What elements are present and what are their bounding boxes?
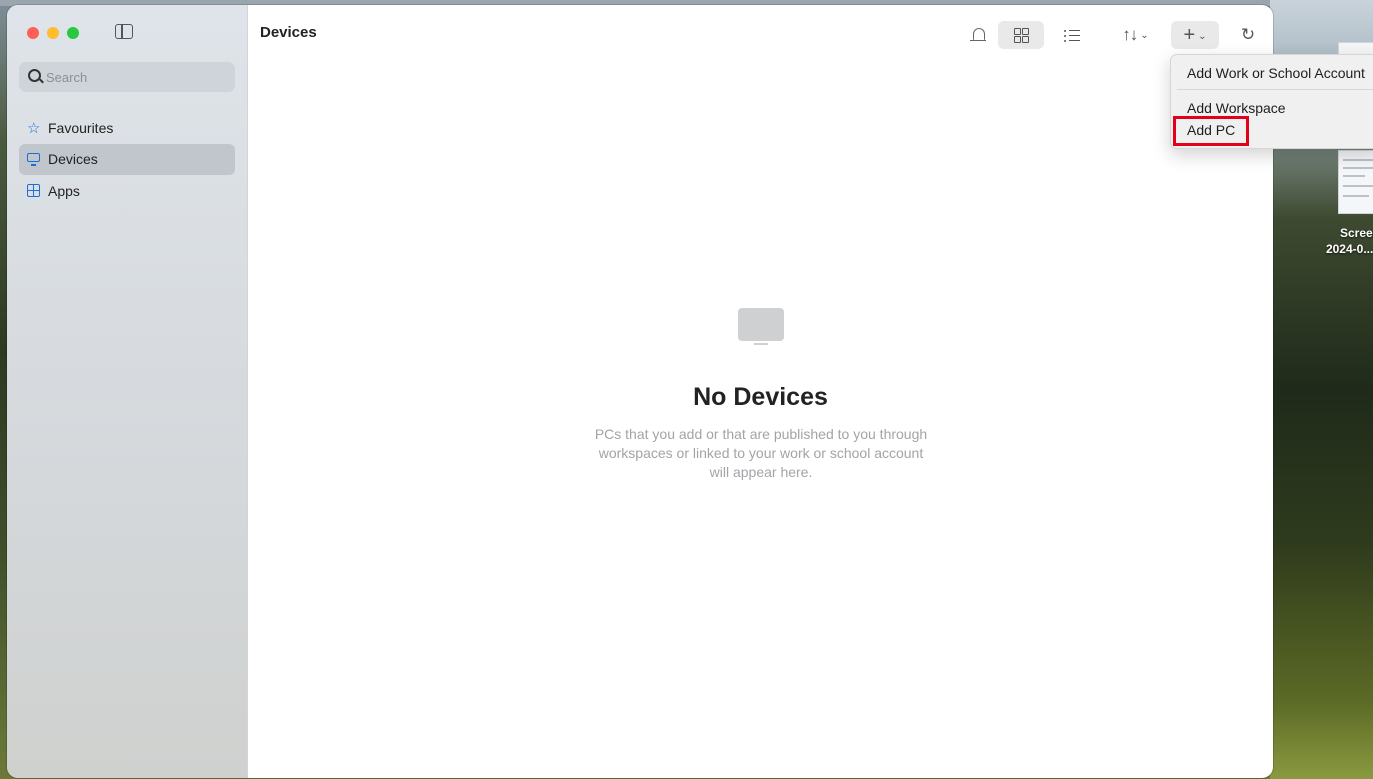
list-view-icon <box>1064 30 1080 42</box>
sidebar-item-label: Apps <box>48 183 80 199</box>
close-window-button[interactable] <box>27 27 39 39</box>
monitor-icon <box>738 308 784 345</box>
empty-state-line: workspaces or linked to your work or sch… <box>598 445 924 461</box>
sort-icon: ↑↓ <box>1122 25 1138 44</box>
sidebar-item-devices[interactable]: Devices <box>19 144 235 175</box>
desktop-file-label-date[interactable]: 2024-0...1 <box>1300 242 1373 256</box>
refresh-icon: ↻ <box>1240 25 1256 44</box>
refresh-button[interactable]: ↻ <box>1234 21 1262 49</box>
chevron-down-icon: ⌄ <box>1140 29 1148 41</box>
desktop-screenshot-thumbnail[interactable] <box>1338 150 1373 214</box>
minimize-window-button[interactable] <box>47 27 59 39</box>
star-icon: ☆ <box>27 120 41 137</box>
sidebar: Search ☆ Favourites Devices Apps <box>7 5 248 778</box>
chevron-down-icon: ⌄ <box>1198 30 1207 42</box>
search-field[interactable]: Search <box>19 62 235 92</box>
grid-view-button[interactable] <box>998 21 1044 49</box>
monitor-icon <box>27 153 40 166</box>
menu-item-add-workspace[interactable]: Add Workspace <box>1187 100 1286 116</box>
add-pc-highlight-box <box>1173 116 1249 146</box>
empty-state-description: PCs that you add or that are published t… <box>548 425 974 482</box>
notifications-button[interactable] <box>968 21 990 49</box>
bell-icon <box>970 28 986 42</box>
app-window: Search ☆ Favourites Devices Apps Devices <box>7 5 1273 778</box>
main-content: Devices ↑↓ ⌄ + ⌄ ↻ No Devices PCs that y… <box>248 5 1273 778</box>
page-title: Devices <box>260 24 317 41</box>
grid-view-icon <box>1014 28 1029 43</box>
sort-button[interactable]: ↑↓ ⌄ <box>1110 21 1160 49</box>
menu-separator <box>1177 89 1373 90</box>
maximize-window-button[interactable] <box>67 27 79 39</box>
search-placeholder: Search <box>46 70 88 85</box>
add-button[interactable]: + ⌄ <box>1171 21 1219 49</box>
sidebar-item-label: Devices <box>48 151 98 167</box>
empty-state-line: PCs that you add or that are published t… <box>594 426 928 442</box>
sidebar-toggle-icon[interactable] <box>115 24 133 39</box>
add-icon: + <box>1183 24 1196 46</box>
sidebar-item-apps[interactable]: Apps <box>19 176 235 207</box>
empty-state-title: No Devices <box>693 383 828 411</box>
empty-state-line: will appear here. <box>709 464 813 480</box>
list-view-button[interactable] <box>1056 21 1088 49</box>
desktop-file-label[interactable]: Screen <box>1300 226 1373 240</box>
search-icon <box>28 69 41 82</box>
menu-item-add-work-or-school-account[interactable]: Add Work or School Account <box>1187 65 1365 81</box>
sidebar-item-favourites[interactable]: ☆ Favourites <box>19 113 235 144</box>
apps-grid-icon <box>27 184 40 197</box>
sidebar-item-label: Favourites <box>48 120 114 136</box>
